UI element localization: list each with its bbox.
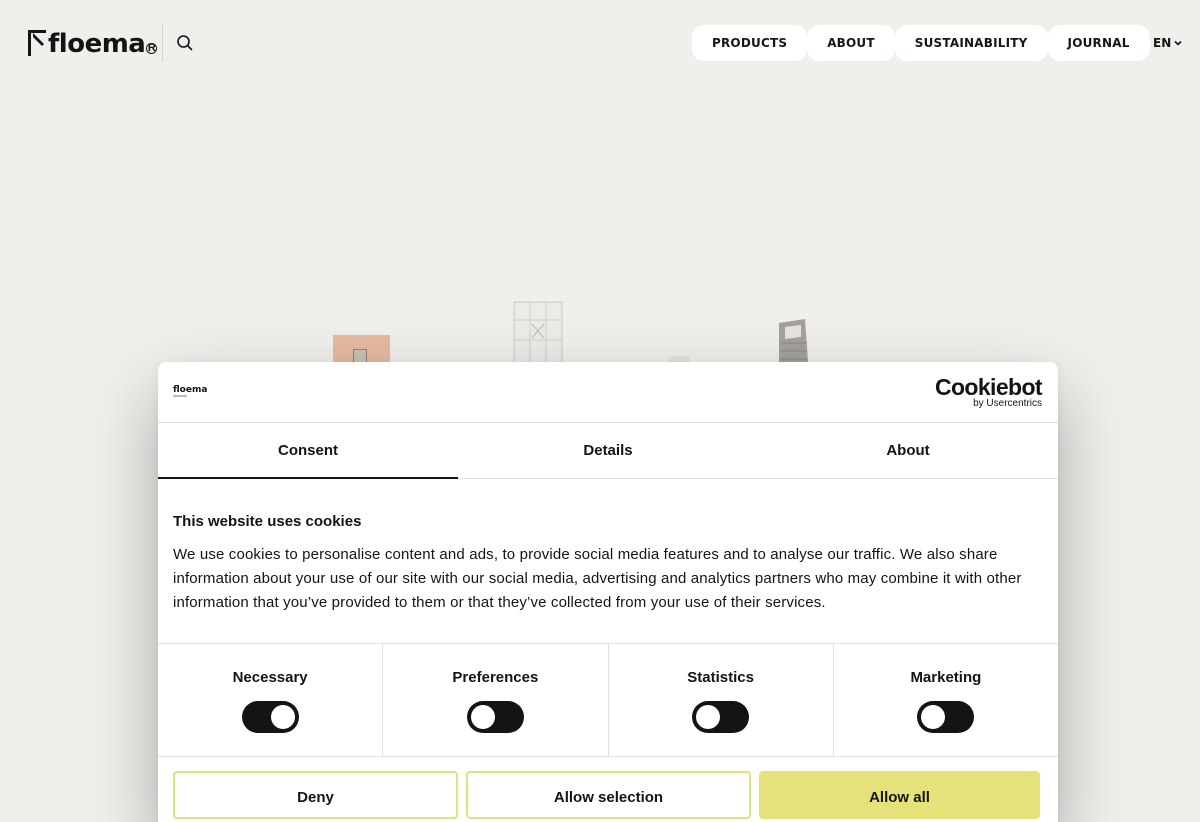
dialog-description: We use cookies to personalise content an… (173, 546, 1022, 611)
tab-consent[interactable]: Consent (158, 423, 458, 479)
nav-about[interactable]: ABOUT (807, 25, 895, 61)
category-preferences: Preferences (383, 644, 609, 756)
logo-text: floema (48, 29, 146, 59)
allow-selection-button[interactable]: Allow selection (466, 771, 751, 819)
category-label: Preferences (452, 669, 539, 686)
logo[interactable]: floema R (28, 28, 158, 59)
language-label: EN (1153, 36, 1172, 50)
nav-journal[interactable]: JOURNAL (1047, 25, 1150, 61)
tab-details[interactable]: Details (458, 423, 758, 478)
statistics-toggle[interactable] (692, 701, 750, 733)
category-marketing: Marketing (834, 644, 1058, 756)
dialog-brand-logo-underline (173, 395, 187, 397)
dialog-tabs: Consent Details About (158, 423, 1058, 479)
cookiebot-logo[interactable]: Cookiebot by Usercentrics (934, 374, 1043, 410)
category-necessary: Necessary (158, 644, 384, 756)
allow-all-button[interactable]: Allow all (759, 771, 1040, 819)
nav-sustainability[interactable]: SUSTAINABILITY (894, 25, 1048, 61)
dialog-body: This website uses cookies We use cookies… (158, 479, 1058, 615)
cookie-category-toggles: Necessary Preferences Statistics Marketi… (158, 643, 1058, 757)
category-statistics: Statistics (609, 644, 834, 756)
main-nav: PRODUCTS ABOUT SUSTAINABILITY JOURNAL (692, 25, 1150, 61)
deny-button[interactable]: Deny (173, 771, 458, 819)
dialog-header: floema Cookiebot by Usercentrics (158, 362, 1058, 423)
language-switcher[interactable]: EN (1153, 36, 1183, 50)
nav-products[interactable]: PRODUCTS (692, 25, 808, 61)
dialog-brand-logo: floema (173, 385, 208, 395)
preferences-toggle[interactable] (466, 701, 524, 733)
tab-about[interactable]: About (758, 423, 1058, 478)
category-label: Statistics (687, 669, 754, 686)
category-label: Marketing (910, 669, 982, 686)
header-divider (162, 24, 163, 62)
dialog-heading: This website uses cookies (173, 513, 362, 530)
necessary-toggle[interactable] (241, 701, 299, 733)
chevron-down-icon (1174, 40, 1182, 46)
cookiebot-name: Cookiebot (934, 374, 1043, 400)
registered-mark: R (146, 42, 158, 54)
cookie-consent-dialog: floema Cookiebot by Usercentrics Consent… (158, 362, 1058, 822)
category-label: Necessary (232, 669, 308, 686)
search-button[interactable] (175, 33, 195, 53)
search-icon (177, 35, 193, 51)
marketing-toggle[interactable] (917, 701, 975, 733)
dialog-actions: Deny Allow selection Allow all (173, 771, 1040, 819)
logo-mark-icon (28, 30, 48, 56)
